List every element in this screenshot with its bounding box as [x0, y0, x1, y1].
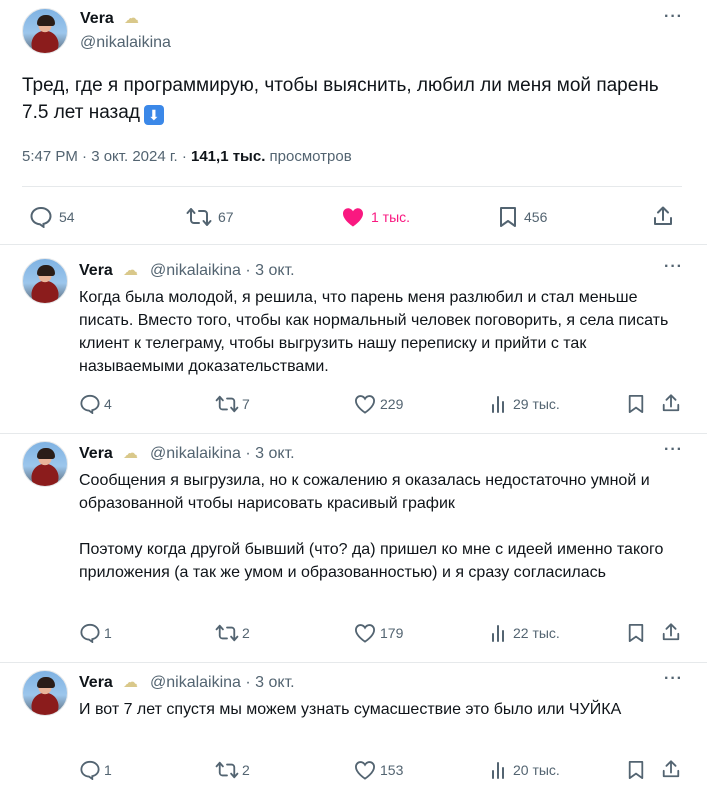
like-count: 229: [380, 396, 404, 412]
tweet-text: Когда была молодой, я решила, что парень…: [79, 289, 669, 375]
repost-count: 2: [242, 625, 250, 641]
author-name[interactable]: Vera: [79, 674, 113, 692]
views-icon: [492, 762, 504, 779]
share-button[interactable]: [661, 622, 681, 642]
tweet-text: И вот 7 лет спустя мы можем узнать сумас…: [79, 701, 622, 718]
share-icon: [662, 623, 680, 641]
tweet-meta: 5:47 PM · 3 окт. 2024 г. · 141,1 тыс. пр…: [22, 148, 352, 165]
bookmark-icon: [628, 761, 644, 779]
like-button[interactable]: 229: [354, 394, 403, 414]
tweet-paragraph: Поэтому когда другой бывший (что? да) пр…: [79, 541, 664, 581]
views-label: просмотров: [269, 148, 352, 165]
views-button[interactable]: 22 тыс.: [490, 623, 560, 643]
reply-button[interactable]: 4: [79, 394, 112, 414]
reply-icon: [30, 206, 52, 228]
bookmark-count: 456: [524, 209, 548, 225]
reply-tweet[interactable]: Vera ☁ @nikalaikina · 3 окт. ··· Когда б…: [0, 244, 707, 433]
views-icon: [492, 625, 504, 642]
views-button[interactable]: 29 тыс.: [490, 394, 560, 414]
reply-icon: [80, 760, 100, 780]
main-tweet: Vera ☁ @nikalaikina ··· Тред, где я прог…: [0, 0, 707, 244]
share-button[interactable]: [652, 205, 674, 227]
more-icon[interactable]: ···: [664, 258, 683, 276]
reply-count: 1: [104, 625, 112, 641]
avatar[interactable]: [22, 8, 68, 54]
bookmark-icon: [500, 207, 516, 227]
views-count: 141,1 тыс.: [191, 148, 266, 165]
views-button[interactable]: 20 тыс.: [490, 760, 560, 780]
avatar[interactable]: [22, 670, 68, 716]
tweet-text: Тред, где я программирую, чтобы выяснить…: [22, 72, 662, 126]
bookmark-button[interactable]: [627, 394, 645, 414]
tweet-paragraph: Сообщения я выгрузила, но к сожалению я …: [79, 472, 650, 512]
moon-emoji-icon: ☁: [123, 445, 138, 462]
bookmark-button[interactable]: 456: [498, 206, 547, 228]
author-handle[interactable]: @nikalaikina · 3 окт.: [150, 674, 295, 692]
avatar[interactable]: [22, 441, 68, 487]
heart-icon: [354, 624, 376, 643]
like-count: 1 тыс.: [371, 209, 411, 225]
repost-button[interactable]: 7: [215, 394, 250, 414]
like-count: 179: [380, 625, 404, 641]
like-button[interactable]: 179: [354, 623, 403, 643]
tweet-timestamp[interactable]: 5:47 PM · 3 окт. 2024 г. ·: [22, 148, 187, 165]
reply-tweet[interactable]: Vera ☁ @nikalaikina · 3 окт. ··· И вот 7…: [0, 662, 707, 800]
author-handle[interactable]: @nikalaikina · 3 окт.: [150, 262, 295, 280]
share-button[interactable]: [661, 393, 681, 413]
repost-icon: [215, 624, 239, 642]
share-icon: [662, 760, 680, 778]
avatar[interactable]: [22, 258, 68, 304]
author-name[interactable]: Vera: [80, 10, 114, 28]
heart-icon: [354, 395, 376, 414]
share-icon: [654, 206, 672, 225]
heart-icon: [354, 761, 376, 780]
reply-count: 1: [104, 762, 112, 778]
author-name[interactable]: Vera: [79, 262, 113, 280]
more-icon[interactable]: ···: [664, 8, 683, 26]
repost-button[interactable]: 2: [215, 760, 250, 780]
author-name[interactable]: Vera: [79, 445, 113, 463]
reply-button[interactable]: 54: [29, 206, 75, 228]
reply-icon: [80, 394, 100, 414]
repost-button[interactable]: 67: [186, 206, 234, 228]
like-count: 153: [380, 762, 404, 778]
repost-count: 7: [242, 396, 250, 412]
repost-button[interactable]: 2: [215, 623, 250, 643]
down-arrow-emoji-icon: ⬇: [143, 105, 164, 125]
moon-emoji-icon: ☁: [123, 262, 138, 279]
moon-emoji-icon: ☁: [123, 674, 138, 691]
views-count: 22 тыс.: [513, 625, 560, 641]
more-icon[interactable]: ···: [664, 670, 683, 688]
author-handle[interactable]: @nikalaikina · 3 окт.: [150, 445, 295, 463]
repost-icon: [215, 761, 239, 779]
more-icon[interactable]: ···: [664, 441, 683, 459]
bookmark-button[interactable]: [627, 623, 645, 643]
reply-count: 54: [59, 209, 75, 225]
like-button[interactable]: 1 тыс.: [341, 206, 410, 228]
repost-icon: [215, 395, 239, 413]
bookmark-icon: [628, 395, 644, 413]
share-icon: [662, 394, 680, 412]
tweet-text: Сообщения я выгрузила, но к сожалению я …: [79, 469, 689, 584]
reply-count: 4: [104, 396, 112, 412]
views-count: 20 тыс.: [513, 762, 560, 778]
views-count: 29 тыс.: [513, 396, 560, 412]
share-button[interactable]: [661, 759, 681, 779]
like-button[interactable]: 153: [354, 760, 403, 780]
reply-button[interactable]: 1: [79, 760, 112, 780]
reply-icon: [80, 623, 100, 643]
repost-icon: [186, 208, 212, 226]
reply-tweet[interactable]: Vera ☁ @nikalaikina · 3 окт. ··· Сообщен…: [0, 433, 707, 662]
reply-button[interactable]: 1: [79, 623, 112, 643]
views-icon: [492, 396, 504, 413]
tweet-text-content: Тред, где я программирую, чтобы выяснить…: [22, 75, 659, 123]
repost-count: 2: [242, 762, 250, 778]
heart-icon: [343, 208, 363, 227]
moon-emoji-icon: ☁: [124, 10, 139, 27]
bookmark-button[interactable]: [627, 760, 645, 780]
author-handle[interactable]: @nikalaikina: [80, 34, 171, 52]
divider: [22, 186, 682, 187]
repost-count: 67: [218, 209, 234, 225]
bookmark-icon: [628, 624, 644, 642]
